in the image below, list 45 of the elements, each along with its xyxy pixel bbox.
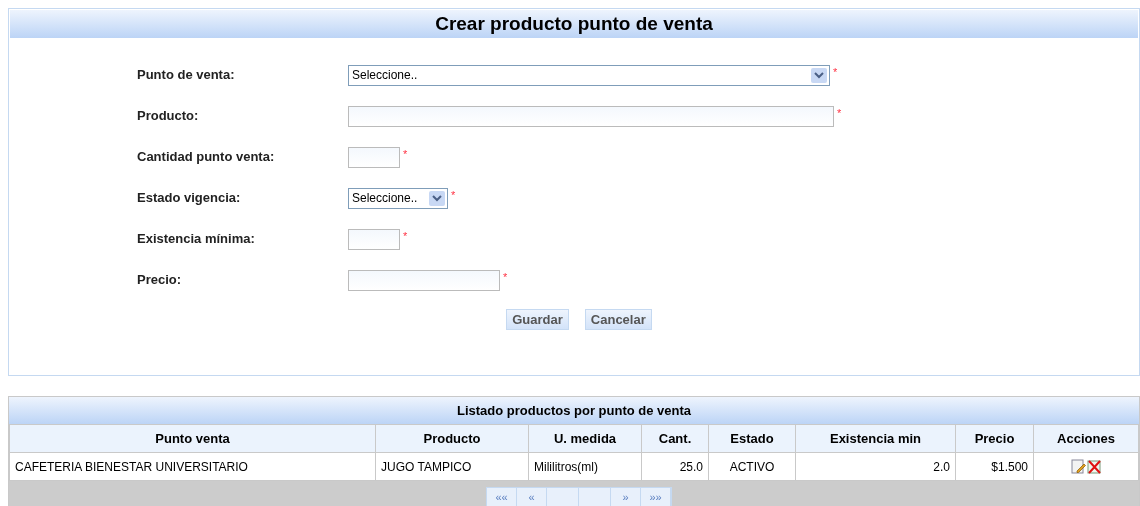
pagination-button[interactable]: » [611,488,641,506]
input-field[interactable] [348,269,500,291]
table-cell: CAFETERIA BIENESTAR UNIVERSITARIO [9,452,376,481]
table-cell: Mililitros(ml) [528,452,642,481]
column-header: Producto [375,424,529,453]
field-label: Precio: [137,271,183,290]
field-label: Cantidad punto venta: [137,148,276,167]
input-field[interactable] [348,228,400,250]
field-label: Estado vigencia: [137,189,242,208]
form-button[interactable]: Guardar [506,309,569,330]
dropdown[interactable]: Seleccione.. [348,187,448,209]
pagination-button[interactable]: »» [641,488,671,506]
table-cell: JUGO TAMPICO [375,452,529,481]
column-header: U. medida [528,424,642,453]
form-title: Crear producto punto de venta [10,10,1138,38]
pagination-button[interactable]: «« [487,488,517,506]
input-field[interactable] [348,105,834,127]
column-header: Punto venta [9,424,376,453]
chevron-down-icon [429,190,445,206]
field-label: Producto: [137,107,200,126]
table-cell: $1.500 [955,452,1034,481]
pagination-button[interactable]: « [517,488,547,506]
edit-icon[interactable] [1070,459,1086,474]
required-mark: * [403,147,408,162]
table-cell: 25.0 [641,452,709,481]
column-header: Estado [708,424,796,453]
form-button[interactable]: Cancelar [584,309,652,330]
chevron-down-icon [811,67,827,83]
required-mark: * [503,270,508,285]
column-header: Precio [955,424,1034,453]
table-title: Listado productos por punto de venta [9,397,1139,424]
table-cell: 2.0 [795,452,956,481]
dropdown[interactable]: Seleccione.. [348,64,830,86]
required-mark: * [403,229,408,244]
column-header: Acciones [1033,424,1139,453]
field-label: Existencia mínima: [137,230,256,249]
table-cell: ACTIVO [708,452,796,481]
required-mark: * [837,106,842,121]
column-header: Existencia min [795,424,956,453]
column-header: Cant. [641,424,709,453]
required-mark: * [833,65,838,80]
field-label: Punto de venta: [137,66,236,85]
required-mark: * [451,188,456,203]
input-field[interactable] [348,146,400,168]
delete-icon[interactable] [1086,459,1102,474]
